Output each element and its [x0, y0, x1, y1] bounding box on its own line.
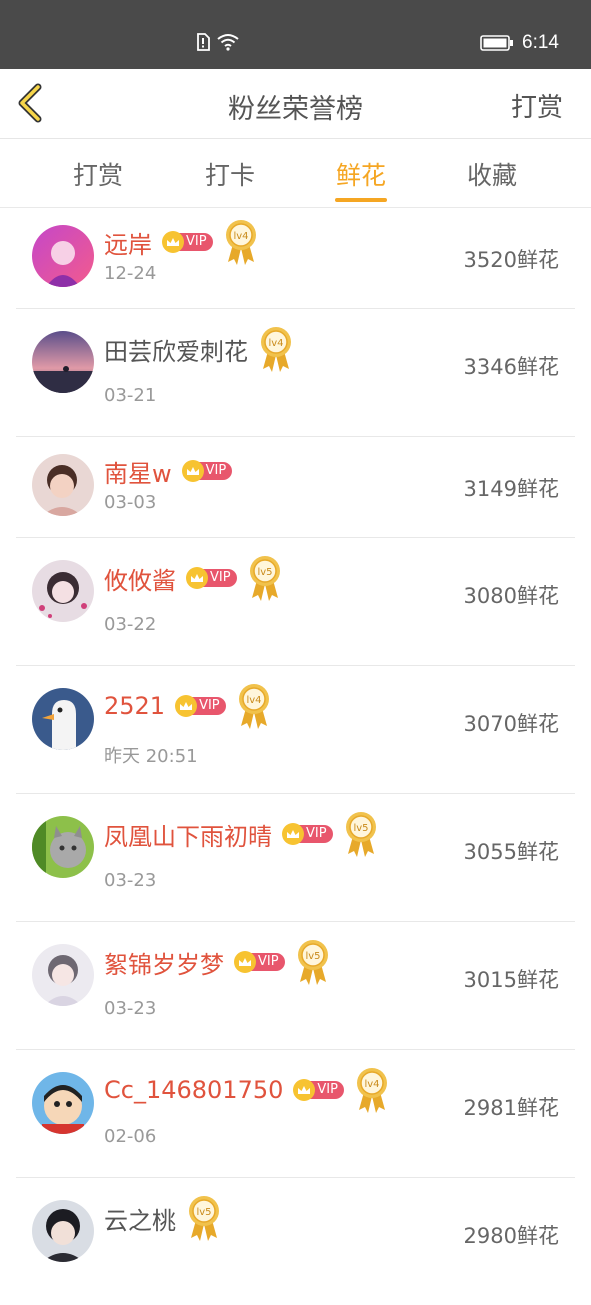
name-line: 云之桃 lv5 [104, 1196, 222, 1241]
user-name[interactable]: 云之桃 [104, 1201, 176, 1236]
entry-date: 昨天 20:51 [104, 746, 198, 767]
entry-date: 02-06 [104, 1126, 157, 1147]
name-line: 田芸欣爱刺花 lv4 [104, 327, 294, 372]
list-item[interactable]: 2521 VIP lv4 昨天 20:51 3070鲜花 [16, 666, 575, 794]
level-medal-icon: lv5 [247, 554, 283, 602]
user-name[interactable]: 远岸 [104, 225, 152, 260]
crown-icon [234, 951, 256, 973]
entry-date: 03-22 [104, 614, 157, 635]
level-medal-icon: lv5 [343, 810, 379, 858]
vip-badge: VIP [293, 1079, 344, 1101]
vip-badge: VIP [175, 695, 226, 717]
name-line: 远岸 VIP lv4 [104, 220, 259, 265]
entry-date: 03-23 [104, 870, 157, 891]
list-item[interactable]: 云之桃 lv5 2980鲜花 [16, 1178, 575, 1305]
vip-badge: VIP [234, 951, 285, 973]
level-label: lv4 [233, 231, 248, 242]
list-item[interactable]: 南星w VIP 03-03 3149鲜花 [16, 437, 575, 538]
level-label: lv5 [305, 951, 320, 962]
avatar [32, 944, 94, 1006]
vip-badge: VIP [181, 460, 233, 482]
level-medal-icon: lv5 [186, 1194, 222, 1242]
battery-icon [480, 35, 514, 51]
avatar [32, 1200, 94, 1262]
level-medal-icon: lv4 [236, 682, 272, 730]
list-item[interactable]: 远岸 VIP lv4 12-24 3520鲜花 [16, 208, 575, 309]
level-medal-icon: lv5 [295, 938, 331, 986]
crown-icon [175, 695, 198, 717]
entry-date: 03-03 [104, 492, 157, 513]
tab-bar: 打赏 打卡 鲜花 收藏 [0, 139, 591, 208]
wifi-icon [217, 34, 239, 51]
list-item[interactable]: 攸攸酱 VIP lv5 03-22 3080鲜花 [16, 538, 575, 666]
avatar [32, 454, 94, 516]
crown-icon [186, 567, 208, 589]
name-line: 絮锦岁岁梦 VIP lv5 [104, 940, 331, 985]
flower-count: 3520鲜花 [463, 248, 559, 272]
flower-count: 3055鲜花 [463, 840, 559, 864]
name-line: Cc_146801750 VIP lv4 [104, 1068, 390, 1113]
avatar [32, 688, 94, 750]
level-label: lv4 [246, 695, 261, 706]
crown-icon [282, 823, 304, 845]
level-medal-icon: lv4 [223, 218, 259, 266]
crown-icon [162, 231, 184, 253]
status-icons [196, 33, 240, 51]
name-line: 攸攸酱 VIP lv5 [104, 556, 283, 601]
level-medal-icon: lv4 [258, 325, 294, 373]
user-name[interactable]: 南星w [104, 454, 172, 489]
vip-badge: VIP [162, 231, 213, 253]
entry-date: 03-23 [104, 998, 157, 1019]
user-name[interactable]: 絮锦岁岁梦 [104, 945, 224, 980]
avatar [32, 225, 94, 287]
nav-bar: 粉丝荣誉榜 打赏 [0, 69, 591, 139]
tab-favorites[interactable]: 收藏 [452, 156, 532, 192]
level-label: lv5 [257, 567, 272, 578]
user-name[interactable]: 2521 [104, 692, 165, 720]
reward-button[interactable]: 打赏 [511, 87, 563, 124]
crown-icon [181, 460, 204, 482]
list-item[interactable]: Cc_146801750 VIP lv4 02-06 2981鲜花 [16, 1050, 575, 1178]
flower-count: 3346鲜花 [463, 355, 559, 379]
sim-icon [197, 33, 210, 51]
entry-date: 12-24 [104, 263, 157, 284]
level-label: lv5 [196, 1207, 211, 1218]
page-title: 粉丝荣誉榜 [228, 94, 363, 125]
tab-checkin[interactable]: 打卡 [190, 156, 270, 192]
level-label: lv5 [353, 823, 368, 834]
level-label: lv4 [364, 1079, 379, 1090]
entry-date: 03-21 [104, 385, 157, 406]
avatar [32, 560, 94, 622]
level-label: lv4 [268, 338, 283, 349]
name-line: 凤凰山下雨初晴 VIP lv5 [104, 812, 379, 857]
avatar [32, 331, 94, 393]
flower-count: 3015鲜花 [463, 968, 559, 992]
tab-reward[interactable]: 打赏 [58, 156, 138, 192]
flower-count: 2981鲜花 [463, 1096, 559, 1120]
tab-active-indicator [335, 198, 387, 202]
flower-count: 3070鲜花 [463, 712, 559, 736]
flower-count: 3080鲜花 [463, 584, 559, 608]
status-bar: 6:14 [0, 0, 591, 69]
list-item[interactable]: 凤凰山下雨初晴 VIP lv5 03-23 3055鲜花 [16, 794, 575, 922]
avatar [32, 1072, 94, 1134]
name-line: 2521 VIP lv4 [104, 684, 272, 729]
user-name[interactable]: Cc_146801750 [104, 1076, 283, 1104]
avatar [32, 816, 94, 878]
vip-badge: VIP [282, 823, 333, 845]
flower-count: 3149鲜花 [463, 477, 559, 501]
user-name[interactable]: 攸攸酱 [104, 561, 176, 596]
list-item[interactable]: 田芸欣爱刺花 lv4 03-21 3346鲜花 [16, 309, 575, 437]
vip-badge: VIP [186, 567, 237, 589]
name-line: 南星w VIP [104, 451, 233, 491]
user-name[interactable]: 凤凰山下雨初晴 [104, 817, 272, 852]
user-name[interactable]: 田芸欣爱刺花 [104, 332, 248, 367]
list-item[interactable]: 絮锦岁岁梦 VIP lv5 03-23 3015鲜花 [16, 922, 575, 1050]
status-right: 6:14 [480, 32, 559, 54]
status-time: 6:14 [522, 32, 559, 53]
tab-flowers[interactable]: 鲜花 [321, 156, 401, 192]
flower-count: 2980鲜花 [463, 1224, 559, 1248]
level-medal-icon: lv4 [354, 1066, 390, 1114]
ranking-list: 远岸 VIP lv4 12-24 3520鲜花 田芸欣爱刺花 lv4 03-21… [0, 208, 591, 1305]
